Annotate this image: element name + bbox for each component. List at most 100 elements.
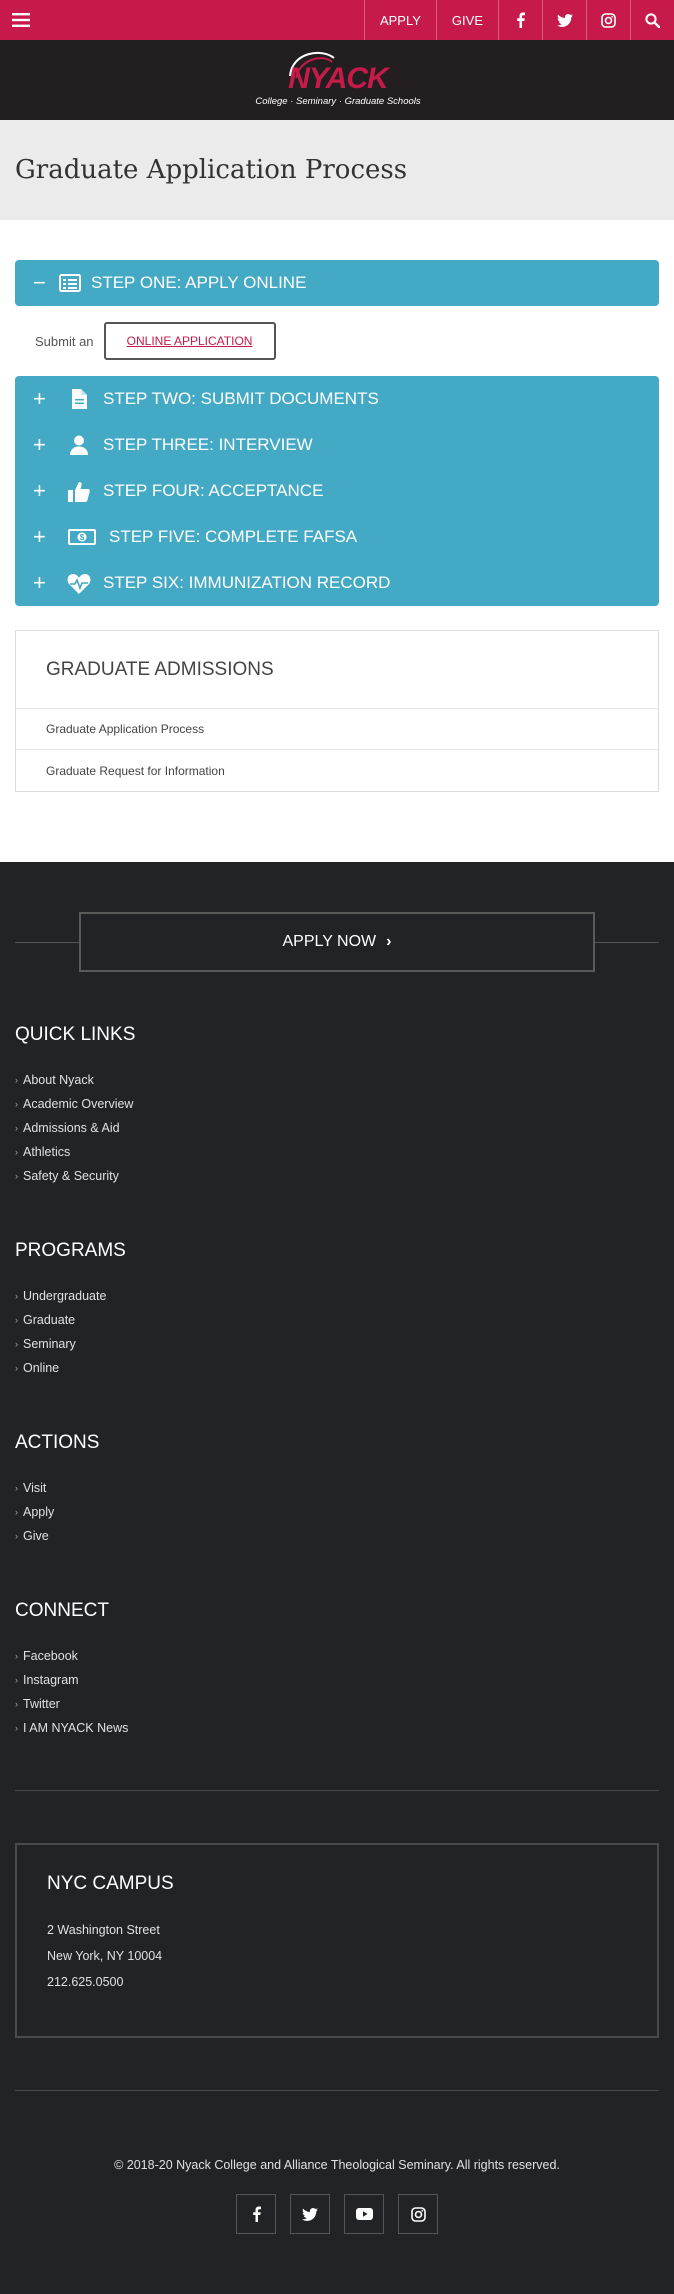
chevron-right-icon: ›	[15, 1123, 18, 1133]
footer-link-instagram[interactable]: › Instagram	[15, 1668, 659, 1692]
chevron-right-icon: ›	[15, 1171, 18, 1181]
instagram-icon	[410, 2206, 426, 2222]
footer-link-label: Admissions & Aid	[23, 1121, 120, 1135]
actions-section: ACTIONS › Visit › Apply › Give	[15, 1432, 659, 1548]
menu-button[interactable]	[0, 0, 42, 40]
chevron-right-icon: ›	[15, 1651, 18, 1661]
programs-heading: PROGRAMS	[15, 1240, 126, 1261]
page-title: Graduate Application Process	[15, 155, 408, 185]
footer-link-online[interactable]: › Online	[15, 1356, 659, 1380]
admissions-heading: GRADUATE ADMISSIONS	[16, 631, 658, 709]
footer-link-label: Facebook	[23, 1649, 78, 1663]
footer-link-label: Academic Overview	[23, 1097, 134, 1111]
chevron-right-icon: ›	[386, 933, 392, 950]
search-button[interactable]	[630, 0, 674, 40]
facebook-icon	[252, 2206, 261, 2222]
footer-youtube-button[interactable]	[344, 2194, 384, 2234]
footer-link-twitter[interactable]: › Twitter	[15, 1692, 659, 1716]
step-one-header[interactable]: − STEP ONE: APPLY ONLINE	[15, 260, 659, 306]
twitter-icon	[556, 13, 573, 27]
give-link[interactable]: GIVE	[435, 0, 498, 40]
top-bar: APPLY GIVE	[0, 0, 674, 40]
step-one-body: Submit an ONLINE APPLICATION	[15, 306, 659, 376]
footer-link-academic[interactable]: › Academic Overview	[15, 1092, 659, 1116]
footer-link-label: Athletics	[23, 1145, 71, 1159]
footer-link-label: Give	[23, 1529, 49, 1543]
chevron-right-icon: ›	[15, 1147, 18, 1157]
apply-now-label: APPLY NOW	[282, 933, 377, 950]
chevron-right-icon: ›	[15, 1075, 18, 1085]
instagram-icon	[601, 12, 616, 28]
footer-link-news[interactable]: › I AM NYACK News	[15, 1716, 659, 1740]
footer-link-facebook[interactable]: › Facebook	[15, 1644, 659, 1668]
apply-link[interactable]: APPLY	[363, 0, 436, 40]
nyc-campus-box: NYC CAMPUS 2 Washington Street New York,…	[15, 1843, 659, 2038]
footer-link-athletics[interactable]: › Athletics	[15, 1140, 659, 1164]
footer-link-admissions[interactable]: › Admissions & Aid	[15, 1116, 659, 1140]
footer-link-label: I AM NYACK News	[23, 1721, 129, 1735]
footer-link-label: Safety & Security	[23, 1169, 119, 1183]
step-three-header[interactable]: + STEP THREE: INTERVIEW	[15, 422, 659, 468]
twitter-button[interactable]	[542, 0, 586, 40]
footer-link-label: Undergraduate	[23, 1289, 107, 1303]
apply-now-button[interactable]: APPLY NOW ›	[79, 912, 595, 972]
step-six-header[interactable]: + STEP SIX: IMMUNIZATION RECORD	[15, 560, 659, 606]
step-three-title: STEP THREE: INTERVIEW	[103, 435, 313, 454]
footer-link-graduate[interactable]: › Graduate	[15, 1308, 659, 1332]
step-four-header[interactable]: + STEP FOUR: ACCEPTANCE	[15, 468, 659, 514]
chevron-right-icon: ›	[15, 1507, 18, 1517]
footer-link-apply[interactable]: › Apply	[15, 1500, 659, 1524]
footer: APPLY NOW › QUICK LINKS › About Nyack › Ac…	[0, 862, 674, 2294]
footer-link-label: Twitter	[23, 1697, 60, 1711]
connect-section: CONNECT › Facebook › Instagram › Twitter › I…	[15, 1600, 659, 1740]
step-two-header[interactable]: + STEP TWO: SUBMIT DOCUMENTS	[15, 376, 659, 422]
chevron-right-icon: ›	[15, 1339, 18, 1349]
footer-link-label: Online	[23, 1361, 60, 1375]
twitter-icon	[302, 2207, 318, 2221]
connect-heading: CONNECT	[15, 1600, 109, 1621]
footer-instagram-button[interactable]	[398, 2194, 438, 2234]
expand-icon: +	[33, 478, 46, 503]
logo-tagline: College · Seminary · Graduate Schools	[255, 96, 421, 107]
collapse-icon: −	[33, 270, 46, 295]
footer-link-visit[interactable]: › Visit	[15, 1476, 659, 1500]
expand-icon: +	[33, 570, 46, 595]
chevron-right-icon: ›	[15, 1099, 18, 1109]
campus-phone[interactable]: 212.625.0500	[47, 1969, 627, 1995]
steps-accordion: + STEP TWO: SUBMIT DOCUMENTS + STEP THRE…	[15, 376, 659, 606]
nyack-logo[interactable]: NYACK College · Seminary · Graduate Scho…	[252, 46, 422, 114]
footer-link-label: About Nyack	[23, 1073, 94, 1087]
footer-facebook-button[interactable]	[236, 2194, 276, 2234]
admissions-link-application-process[interactable]: Graduate Application Process	[16, 709, 658, 750]
expand-icon: +	[33, 386, 46, 411]
step-five-header[interactable]: + $ STEP FIVE: COMPLETE FAFSA	[15, 514, 659, 560]
footer-link-about[interactable]: › About Nyack	[15, 1068, 659, 1092]
chevron-right-icon: ›	[15, 1531, 18, 1541]
step-one-title: STEP ONE: APPLY ONLINE	[91, 273, 307, 292]
online-application-button[interactable]: ONLINE APPLICATION	[103, 322, 276, 360]
footer-link-give[interactable]: › Give	[15, 1524, 659, 1548]
footer-twitter-button[interactable]	[290, 2194, 330, 2234]
chevron-right-icon: ›	[15, 1315, 18, 1325]
admissions-link-request-info[interactable]: Graduate Request for Information	[16, 750, 658, 791]
chevron-right-icon: ›	[15, 1675, 18, 1685]
campus-heading: NYC CAMPUS	[47, 1873, 174, 1894]
chevron-right-icon: ›	[15, 1363, 18, 1373]
instagram-button[interactable]	[586, 0, 630, 40]
footer-link-seminary[interactable]: › Seminary	[15, 1332, 659, 1356]
facebook-button[interactable]	[498, 0, 542, 40]
footer-link-safety[interactable]: › Safety & Security	[15, 1164, 659, 1188]
page-header: Graduate Application Process	[0, 120, 674, 220]
footer-link-undergraduate[interactable]: › Undergraduate	[15, 1284, 659, 1308]
programs-section: PROGRAMS › Undergraduate › Graduate › Semin…	[15, 1240, 659, 1380]
footer-link-label: Visit	[23, 1481, 47, 1495]
thumbs-up-icon	[68, 481, 90, 502]
search-icon	[645, 12, 660, 28]
footer-divider	[15, 2090, 659, 2091]
main-content: − STEP ONE: APPLY ONLINE Submit an ONLIN…	[0, 220, 674, 862]
footer-link-label: Graduate	[23, 1313, 76, 1327]
step-four-title: STEP FOUR: ACCEPTANCE	[103, 481, 324, 500]
list-icon	[59, 274, 81, 292]
youtube-icon	[355, 2208, 373, 2220]
footer-link-label: Instagram	[23, 1673, 79, 1687]
